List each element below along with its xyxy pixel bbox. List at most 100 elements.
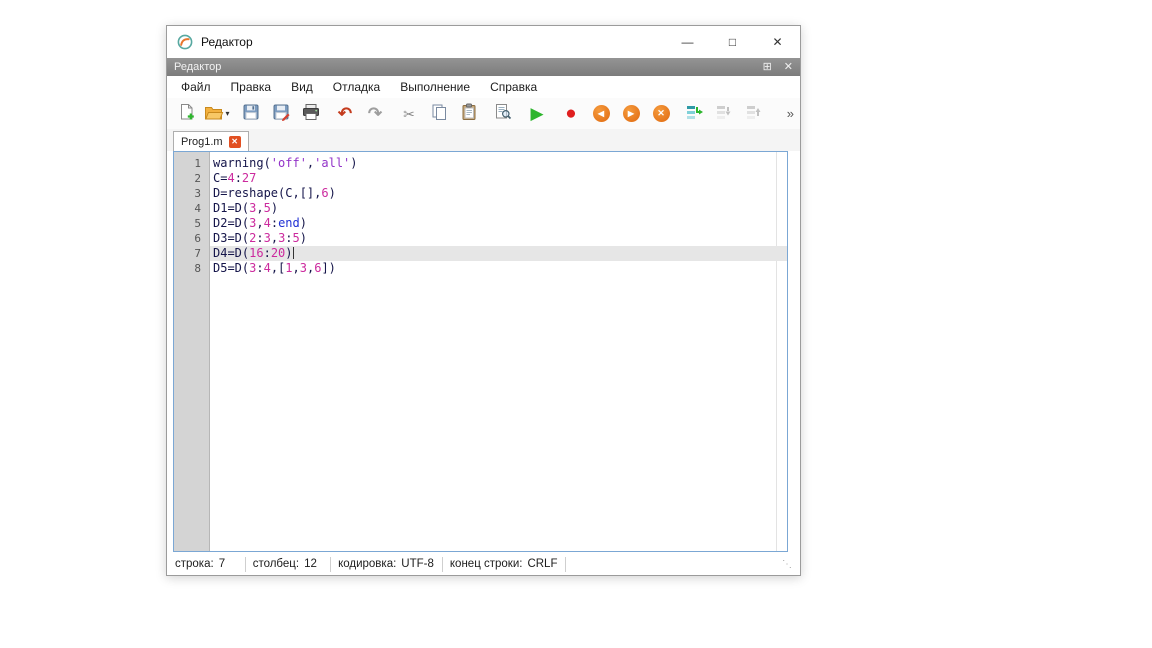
dock-titlebar: Редактор ⊞ ✕ [167,58,800,76]
open-dropdown-icon: ▾ [225,109,229,118]
menu-help[interactable]: Справка [480,77,547,97]
new-file-icon [178,103,196,124]
paste-button[interactable] [454,101,484,127]
resize-grip-icon[interactable]: ⋱ [782,559,792,570]
editor-window: Редактор — □ ✕ Редактор ⊞ ✕ Файл Правка … [166,25,801,576]
line-number[interactable]: 6 [174,231,209,246]
menu-view[interactable]: Вид [281,77,323,97]
line-number[interactable]: 7 [174,246,209,261]
maximize-icon: □ [729,35,736,49]
minimize-button[interactable]: — [665,26,710,58]
undock-button[interactable]: ⊞ [763,62,772,73]
close-icon: ✕ [772,35,782,49]
code-line-2[interactable]: C=4:27 [210,171,787,186]
eol-label: конец строки: [450,558,523,570]
tab-prog1[interactable]: Prog1.m ✕ [173,131,249,151]
save-button[interactable] [236,101,266,127]
code-line-1[interactable]: warning('off','all') [210,156,787,171]
line-value: 7 [219,558,237,570]
statusbar-separator [245,557,246,572]
redo-icon: ↷ [368,105,382,122]
menubar: Файл Правка Вид Отладка Выполнение Справ… [167,76,800,98]
column-label: столбец: [253,558,299,570]
undock-icon: ⊞ [763,61,772,73]
save-icon [242,103,260,124]
step-button[interactable] [680,101,710,127]
undo-icon: ↶ [338,105,352,122]
os-titlebar: Редактор — □ ✕ [167,26,800,58]
line-number[interactable]: 3 [174,186,209,201]
code-editor[interactable]: 12345678 warning('off','all')C=4:27D=res… [173,151,788,552]
redo-button[interactable]: ↷ [360,101,390,127]
tabbar: Prog1.m ✕ [167,129,800,151]
toggle-breakpoint-button[interactable]: ● [556,101,586,127]
overflow-icon: » [787,106,794,121]
print-button[interactable] [296,101,326,127]
code-line-5[interactable]: D2=D(3,4:end) [210,216,787,231]
run-button[interactable]: ▶ [522,101,552,127]
save-as-button[interactable] [266,101,296,127]
print-icon [301,103,321,124]
step-out-button[interactable] [740,101,770,127]
tab-label: Prog1.m [181,136,223,148]
statusbar-separator [330,557,331,572]
line-number[interactable]: 2 [174,171,209,186]
menu-debug[interactable]: Отладка [323,77,390,97]
close-button[interactable]: ✕ [755,26,800,58]
dock-close-icon: ✕ [784,61,793,73]
line-number-gutter[interactable]: 12345678 [174,152,210,551]
remove-breakpoints-button[interactable]: ✕ [646,101,676,127]
text-caret [293,247,294,259]
step-out-icon [745,103,765,124]
code-line-8[interactable]: D5=D(3:4,[1,3,6]) [210,261,787,276]
copy-button[interactable] [424,101,454,127]
remove-breakpoints-icon: ✕ [653,105,670,122]
toolbar: ▾ [167,98,800,129]
statusbar: строка: 7 столбец: 12 кодировка: UTF-8 к… [167,552,800,576]
column-value: 12 [304,558,322,570]
next-breakpoint-button[interactable]: ▶ [616,101,646,127]
toolbar-overflow-button[interactable]: » [787,106,794,121]
line-number[interactable]: 4 [174,201,209,216]
find-replace-button[interactable] [488,101,518,127]
copy-icon [430,103,448,124]
code-line-6[interactable]: D3=D(2:3,3:5) [210,231,787,246]
undo-button[interactable]: ↶ [330,101,360,127]
step-in-button[interactable] [710,101,740,127]
line-number[interactable]: 8 [174,261,209,276]
tab-close-icon: ✕ [231,137,238,146]
window-controls: — □ ✕ [665,26,800,58]
cut-button[interactable]: ✂ [394,101,424,127]
window-title: Редактор [201,35,253,49]
menu-file[interactable]: Файл [171,77,221,97]
line-number[interactable]: 5 [174,216,209,231]
tab-close-button[interactable]: ✕ [229,136,241,148]
statusbar-separator [442,557,443,572]
previous-breakpoint-icon: ◀ [593,105,610,122]
line-number[interactable]: 1 [174,156,209,171]
open-file-button[interactable]: ▾ [202,101,232,127]
minimize-icon: — [682,35,694,49]
menu-edit[interactable]: Правка [221,77,282,97]
code-lines[interactable]: warning('off','all')C=4:27D=reshape(C,[]… [210,152,787,551]
dock-close-button[interactable]: ✕ [784,62,793,73]
step-in-icon [715,103,735,124]
breakpoint-icon: ● [565,104,576,123]
new-script-button[interactable] [172,101,202,127]
next-breakpoint-icon: ▶ [623,105,640,122]
code-line-4[interactable]: D1=D(3,5) [210,201,787,216]
open-folder-icon [204,104,224,124]
octave-logo-icon [177,34,193,50]
menu-run[interactable]: Выполнение [390,77,480,97]
statusbar-separator [565,557,566,572]
dock-controls: ⊞ ✕ [763,62,793,73]
dock-title: Редактор [174,61,221,73]
code-line-7[interactable]: D4=D(16:20) [210,246,787,261]
paste-icon [460,103,478,124]
cut-icon: ✂ [403,107,415,121]
code-line-3[interactable]: D=reshape(C,[],6) [210,186,787,201]
encoding-label: кодировка: [338,558,396,570]
line-label: строка: [175,558,214,570]
maximize-button[interactable]: □ [710,26,755,58]
previous-breakpoint-button[interactable]: ◀ [586,101,616,127]
